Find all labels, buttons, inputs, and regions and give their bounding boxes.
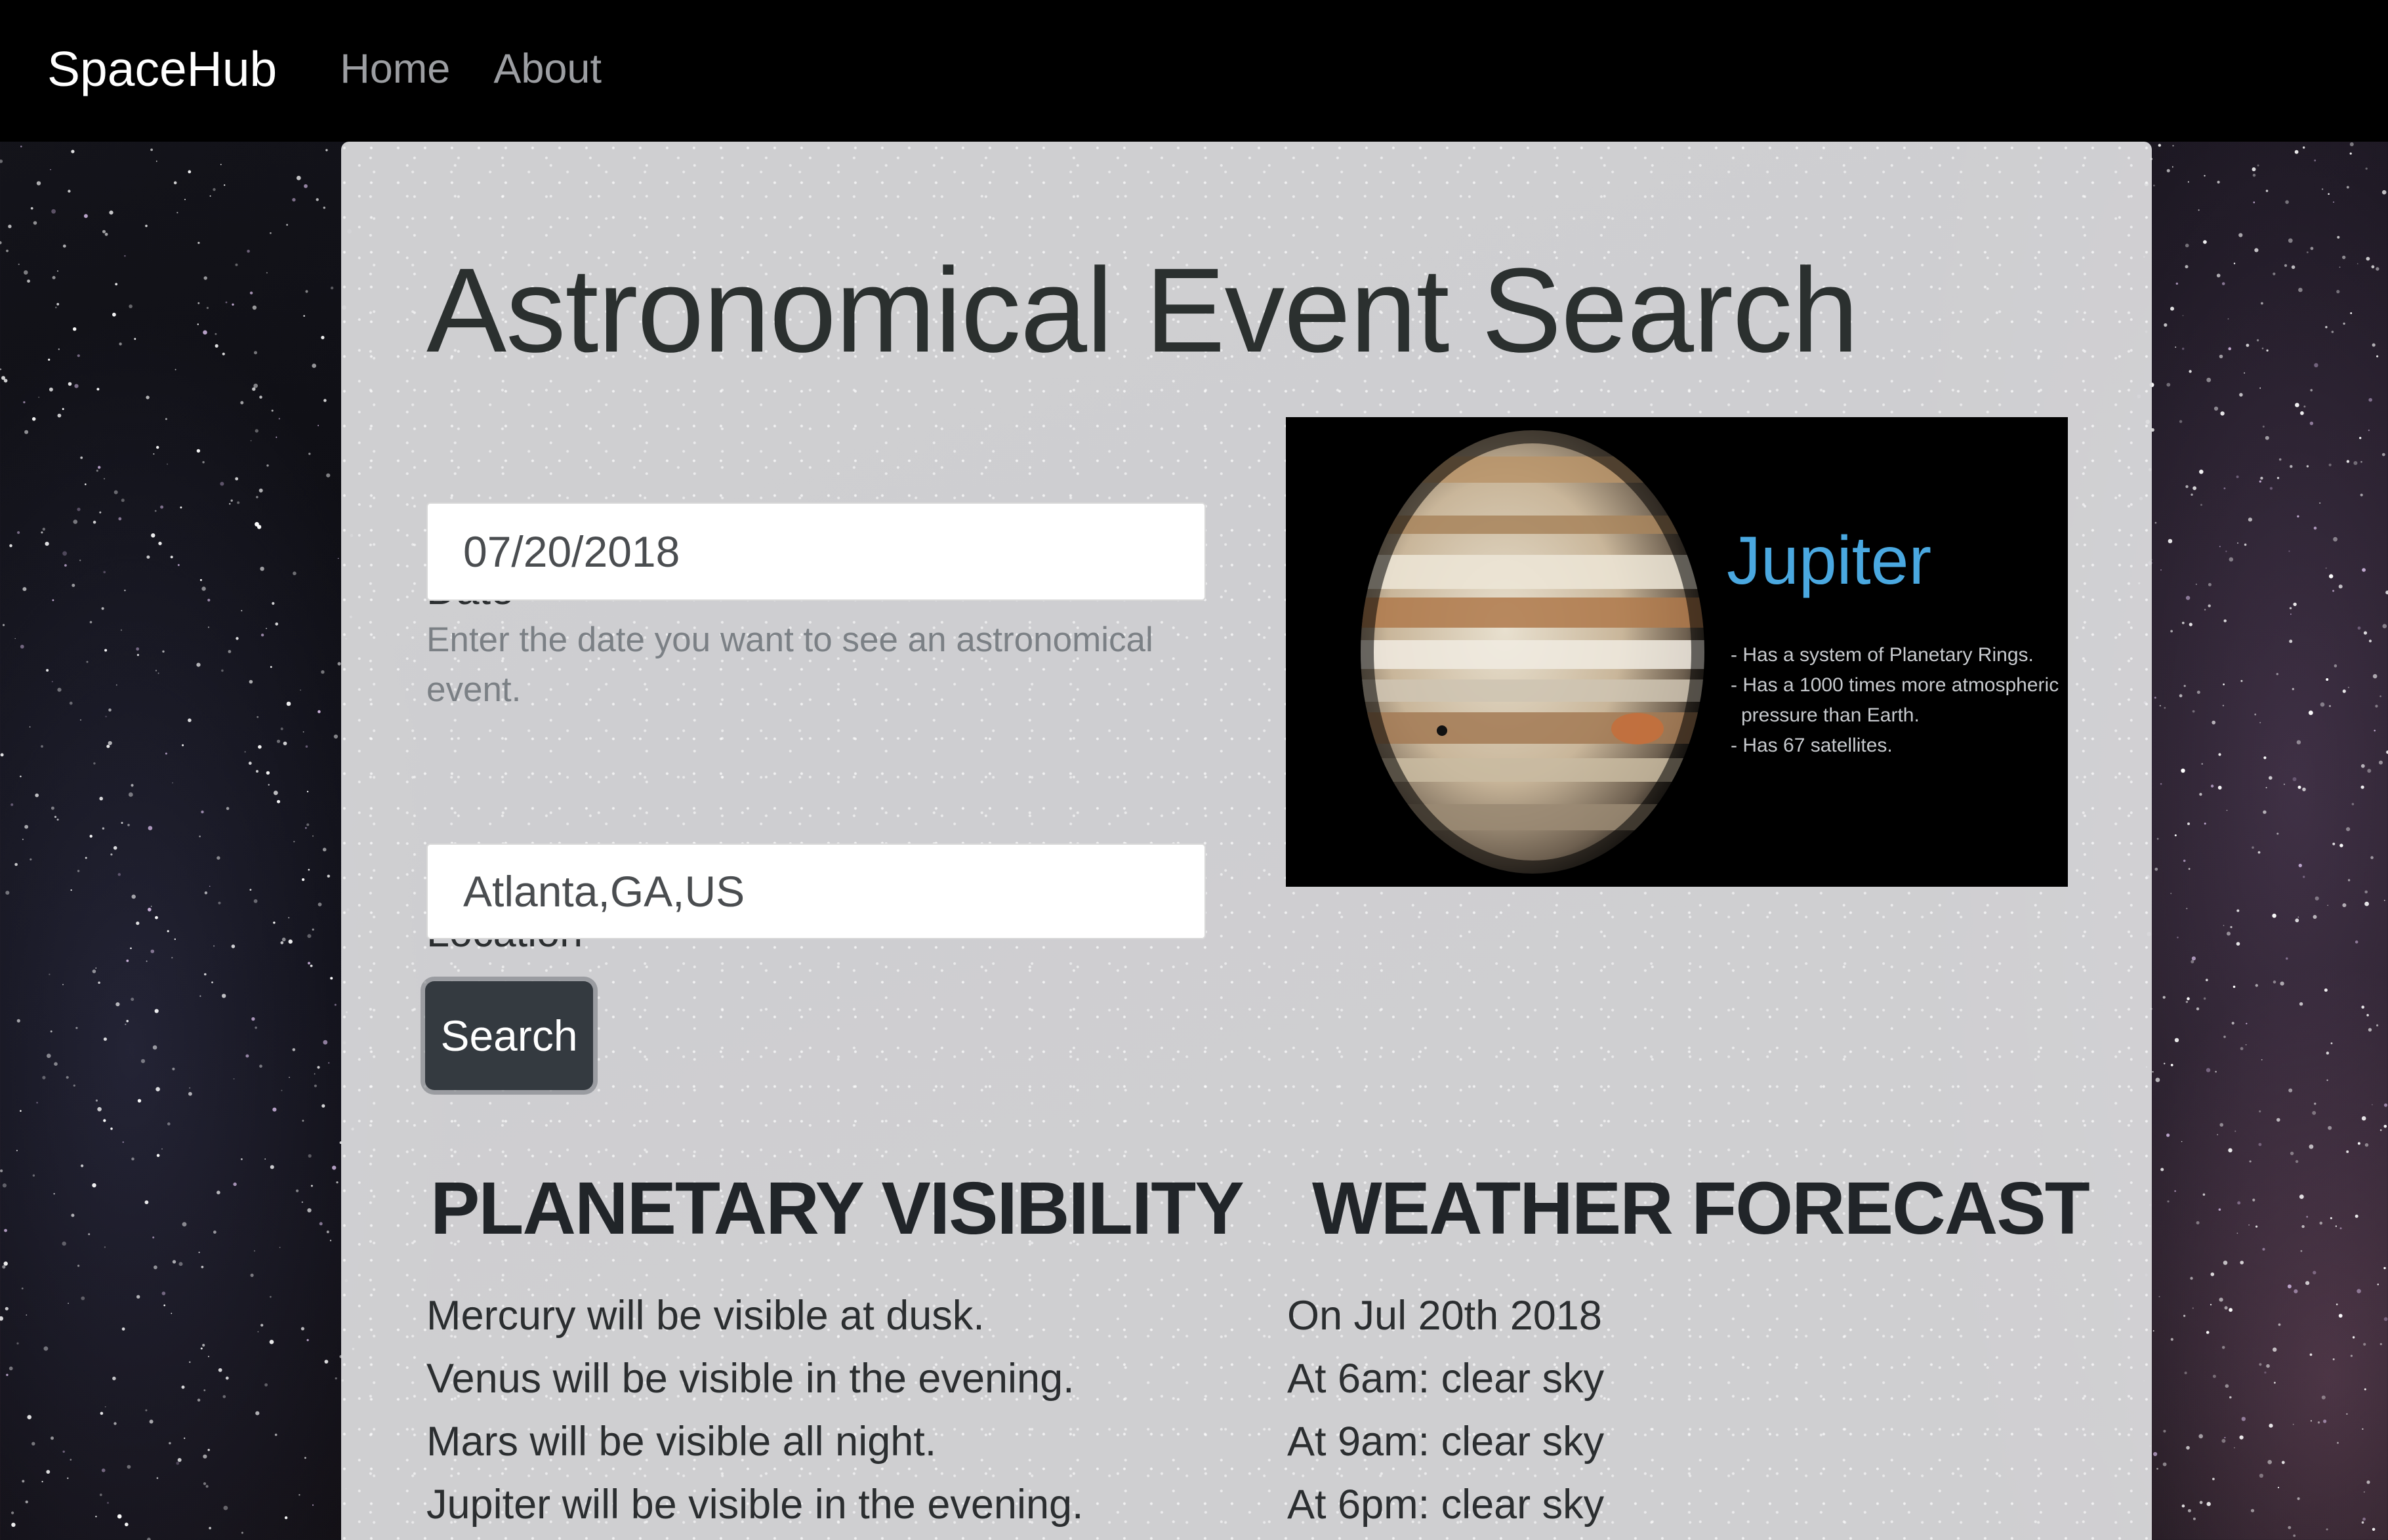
planet-fact: pressure than Earth. [1741, 704, 1920, 726]
page-title: Astronomical Event Search [426, 243, 1859, 377]
date-input[interactable] [426, 502, 1206, 601]
weather-forecast-heading: WEATHER FORECAST [1312, 1167, 2090, 1249]
list-item: On Jul 20th 2018 [1287, 1293, 1602, 1339]
brand-logo[interactable]: SpaceHub [47, 41, 277, 97]
list-item: Jupiter will be visible in the evening. [426, 1482, 1084, 1528]
planetary-visibility-heading: PLANETARY VISIBILITY [430, 1167, 1245, 1249]
list-item: At 6pm: clear sky [1287, 1482, 1605, 1528]
search-panel: Astronomical Event Search Date Enter the… [341, 142, 2152, 1540]
navbar: SpaceHub Home About [0, 0, 2388, 142]
list-item: Mars will be visible all night. [426, 1419, 937, 1465]
list-item: Venus will be visible in the evening. [426, 1356, 1075, 1402]
list-item: Mercury will be visible at dusk. [426, 1293, 985, 1339]
list-item: At 9am: clear sky [1287, 1419, 1605, 1465]
planet-fact: - Has a 1000 times more atmospheric [1731, 674, 2059, 696]
jupiter-image: Jupiter - Has a system of Planetary Ring… [1286, 417, 2068, 887]
nav-about-link[interactable]: About [493, 45, 602, 92]
nav-home-link[interactable]: Home [340, 45, 450, 92]
search-button[interactable]: Search [425, 981, 593, 1090]
date-help-text: Enter the date you want to see an astron… [426, 620, 1153, 709]
planetary-visibility-list: Mercury will be visible at dusk. Venus w… [426, 1284, 1084, 1536]
weather-forecast-list: On Jul 20th 2018 At 6am: clear sky At 9a… [1287, 1284, 1604, 1536]
planet-name-label: Jupiter [1727, 523, 1931, 599]
planet-fact: - Has a system of Planetary Rings. [1731, 644, 2034, 666]
location-input[interactable] [426, 843, 1206, 939]
planet-fact: - Has 67 satellites. [1731, 735, 1893, 756]
list-item: At 6am: clear sky [1287, 1356, 1605, 1402]
